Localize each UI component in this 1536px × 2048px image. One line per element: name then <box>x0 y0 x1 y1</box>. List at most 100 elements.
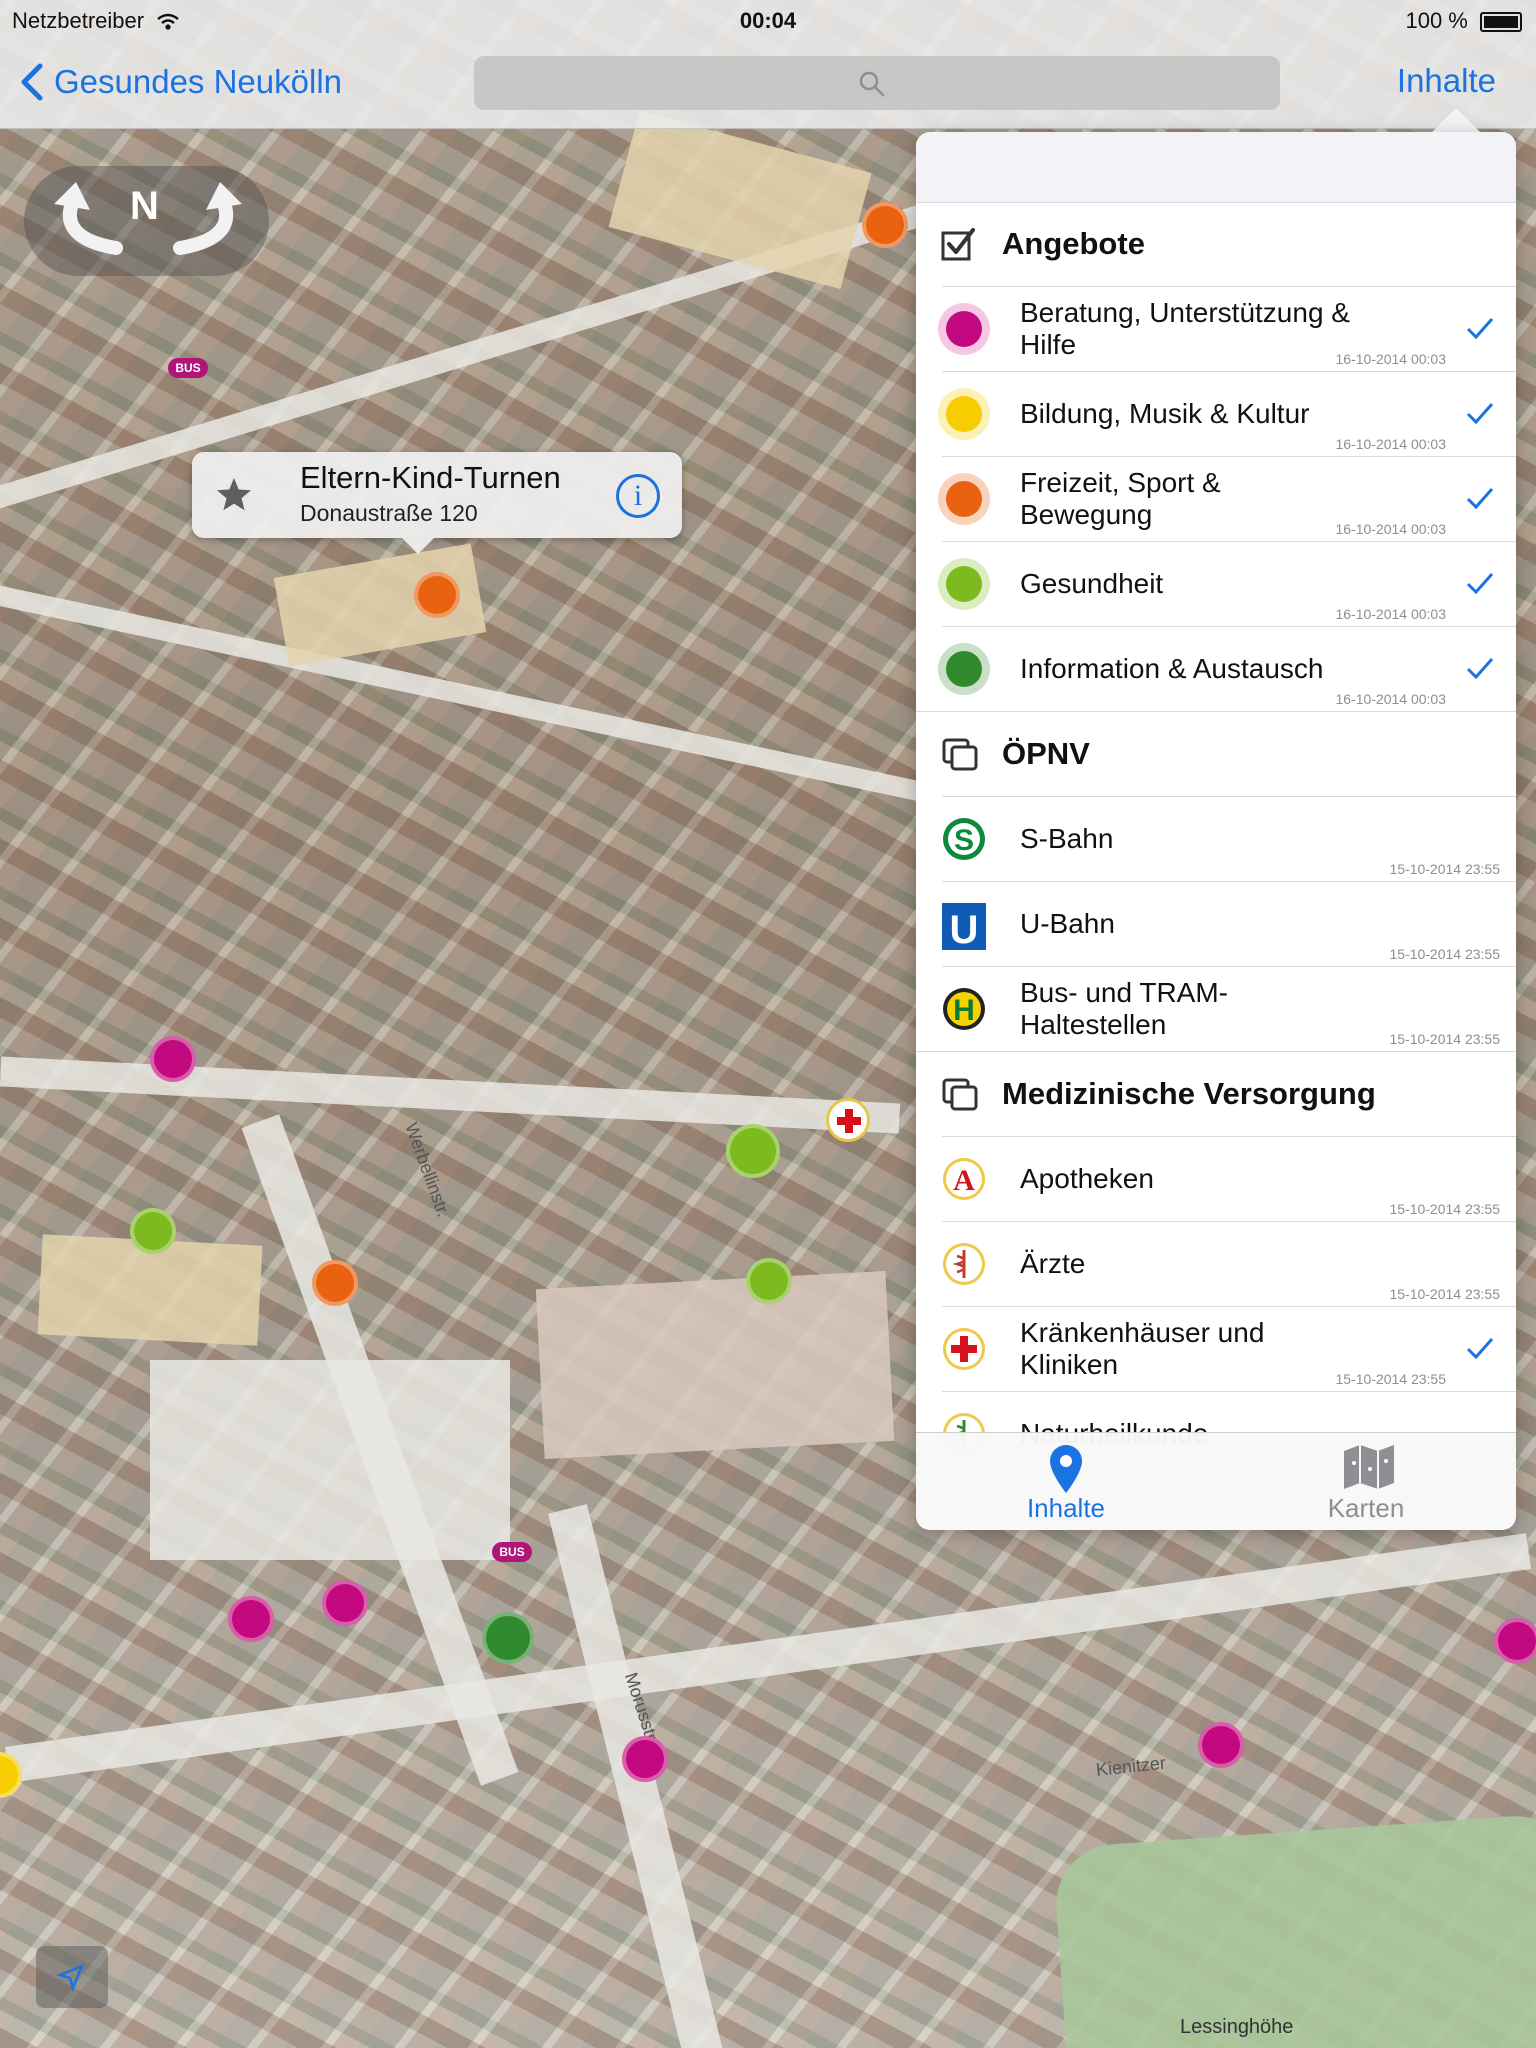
list-item-gesundheit[interactable]: Gesundheit 16-10-2014 00:03 <box>938 541 1516 626</box>
list-item-bildung[interactable]: Bildung, Musik & Kultur 16-10-2014 00:03 <box>938 371 1516 456</box>
poi-marker-magenta[interactable] <box>1198 1722 1244 1768</box>
tab-label: Inhalte <box>1026 1493 1106 1523</box>
timestamp: 15-10-2014 23:55 <box>1389 861 1500 877</box>
bus-stop-badge[interactable]: BUS <box>168 358 208 378</box>
u-bahn-icon: U <box>942 903 986 950</box>
list-item-beratung[interactable]: Beratung, Unterstützung & Hilfe 16-10-20… <box>938 286 1516 371</box>
callout-title: Eltern-Kind-Turnen <box>300 460 561 495</box>
section-title: Angebote <box>1002 226 1145 261</box>
checkbox-icon[interactable] <box>940 226 976 262</box>
info-icon[interactable]: i <box>616 474 660 518</box>
location-arrow-icon <box>56 1963 85 1992</box>
list-item-label: Bus- und TRAM-Haltestellen <box>1020 977 1228 1040</box>
section-title: Medizinische Versorgung <box>1002 1076 1376 1111</box>
poi-marker-lime[interactable] <box>746 1258 792 1304</box>
checkmark-icon <box>1466 658 1494 679</box>
green-dot-icon <box>938 643 990 695</box>
list-item-u-bahn[interactable]: U U-Bahn 15-10-2014 23:55 <box>942 881 1516 966</box>
layers-icon <box>942 1078 978 1111</box>
timestamp: 16-10-2014 00:03 <box>1335 436 1446 452</box>
compass-control[interactable]: N <box>24 166 269 276</box>
list-item-label: Kränkenhäuser und Kliniken <box>1020 1317 1265 1380</box>
poi-marker-magenta[interactable] <box>150 1036 196 1082</box>
section-header-oepnv[interactable]: ÖPNV <box>916 711 1516 796</box>
poi-marker-orange[interactable] <box>312 1260 358 1306</box>
list-item-krankenhaeuser[interactable]: Kränkenhäuser und Kliniken 15-10-2014 23… <box>942 1306 1516 1391</box>
popover-header <box>916 132 1516 203</box>
checkmark-icon <box>1466 488 1494 509</box>
timestamp: 15-10-2014 23:55 <box>1389 1201 1500 1217</box>
battery-indicator: 100 % <box>1405 8 1522 34</box>
list-item-apotheken[interactable]: A Apotheken 15-10-2014 23:55 <box>942 1136 1516 1221</box>
back-button[interactable]: Gesundes Neukölln <box>20 62 342 102</box>
doctor-icon <box>943 1243 985 1285</box>
poi-marker-magenta[interactable] <box>228 1596 274 1642</box>
street-label: Lessinghöhe <box>1180 2016 1294 2038</box>
search-field[interactable] <box>474 56 1280 110</box>
yellow-dot-icon <box>938 388 990 440</box>
layers-icon <box>942 738 978 771</box>
list-item-label: Freizeit, Sport & Bewegung <box>1020 467 1221 530</box>
list-item-information[interactable]: Information & Austausch 16-10-2014 00:03 <box>938 626 1516 711</box>
compass-north: N <box>130 184 159 228</box>
poi-marker-magenta[interactable] <box>1494 1618 1536 1664</box>
list-item-label: Bildung, Musik & Kultur <box>1020 398 1310 429</box>
list-item-freizeit[interactable]: Freizeit, Sport & Bewegung 16-10-2014 00… <box>938 456 1516 541</box>
poi-marker-magenta[interactable] <box>622 1736 668 1782</box>
tab-label: Karten <box>1327 1493 1405 1523</box>
content-popover: Angebote Beratung, Unterstützung & Hilfe… <box>916 132 1516 1530</box>
list-item-label: Gesundheit <box>1020 568 1164 599</box>
popover-arrow <box>1430 108 1482 134</box>
svg-text:U: U <box>950 908 979 950</box>
battery-icon <box>1480 12 1522 33</box>
section-header-angebote[interactable]: Angebote <box>916 202 1516 286</box>
timestamp: 16-10-2014 00:03 <box>1335 691 1446 707</box>
street <box>0 575 1031 825</box>
poi-marker-magenta[interactable] <box>322 1580 368 1626</box>
street <box>0 1056 901 1134</box>
inhalte-button[interactable]: Inhalte <box>1397 62 1496 100</box>
list-item-label: U-Bahn <box>1020 908 1115 939</box>
lime-dot-icon <box>938 558 990 610</box>
magenta-dot-icon <box>938 303 990 355</box>
status-bar: Netzbetreiber 00:04 100 % <box>0 0 1536 40</box>
bus-stop-badge[interactable]: BUS <box>492 1542 532 1562</box>
svg-text:H: H <box>953 994 975 1027</box>
poi-marker-orange[interactable] <box>862 202 908 248</box>
locate-me-button[interactable] <box>36 1946 108 2008</box>
s-bahn-icon: S <box>943 818 985 860</box>
list-item-label: Apotheken <box>1020 1163 1154 1194</box>
list-item-label: Beratung, Unterstützung & Hilfe <box>1020 297 1350 360</box>
section-header-medizin[interactable]: Medizinische Versorgung <box>916 1051 1516 1136</box>
star-icon[interactable] <box>212 472 256 516</box>
timestamp: 16-10-2014 00:03 <box>1335 351 1446 367</box>
square <box>150 1360 510 1560</box>
rotate-left-icon <box>54 182 123 255</box>
poi-marker-orange[interactable] <box>414 572 460 618</box>
list-item-aerzte[interactable]: Ärzte 15-10-2014 23:55 <box>942 1221 1516 1306</box>
timestamp: 16-10-2014 00:03 <box>1335 521 1446 537</box>
navigation-bar: Netzbetreiber 00:04 100 % Gesundes Neukö… <box>0 0 1536 129</box>
orange-dot-icon <box>938 473 990 525</box>
layer-list[interactable]: Angebote Beratung, Unterstützung & Hilfe… <box>916 202 1516 1530</box>
rotate-right-icon <box>173 182 242 255</box>
street-label: Werbellinstr. <box>401 1120 454 1220</box>
poi-marker-lime[interactable] <box>726 1124 780 1178</box>
checkmark-icon <box>1466 1338 1494 1359</box>
poi-marker-green[interactable] <box>482 1612 534 1664</box>
list-item-s-bahn[interactable]: S S-Bahn 15-10-2014 23:55 <box>942 796 1516 881</box>
svg-text:A: A <box>953 1164 975 1197</box>
tab-karten[interactable]: Karten <box>1216 1433 1516 1530</box>
tab-inhalte[interactable]: Inhalte <box>916 1433 1216 1530</box>
list-item-bus-tram[interactable]: H Bus- und TRAM-Haltestellen 15-10-2014 … <box>942 966 1516 1051</box>
street-label: Kienitzer <box>1095 1752 1167 1780</box>
location-pin-icon <box>1050 1445 1082 1493</box>
svg-text:S: S <box>954 824 974 857</box>
map-callout[interactable]: Eltern-Kind-Turnen Donaustraße 120 i <box>192 452 682 554</box>
battery-percent: 100 % <box>1405 8 1468 33</box>
poi-marker-lime[interactable] <box>130 1208 176 1254</box>
clock: 00:04 <box>739 8 797 33</box>
checkmark-icon <box>1466 318 1494 339</box>
map-icon <box>1344 1445 1394 1489</box>
hospital-map-marker[interactable] <box>826 1098 870 1142</box>
